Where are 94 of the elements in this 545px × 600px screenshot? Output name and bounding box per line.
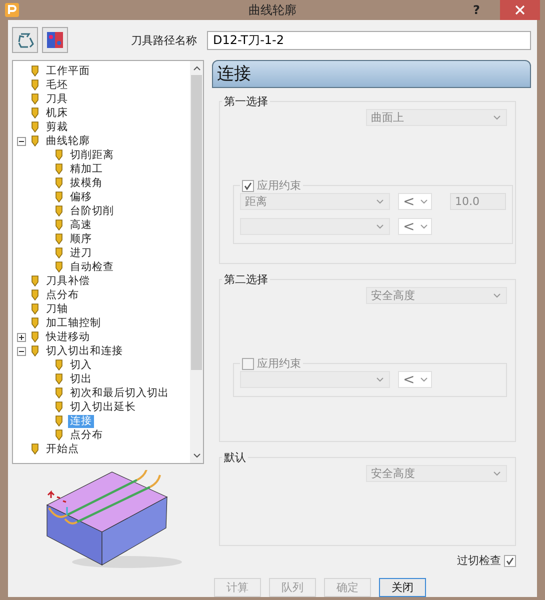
expander-icon[interactable]: [17, 346, 26, 356]
help-button[interactable]: ?: [469, 3, 484, 17]
checkbox[interactable]: [242, 358, 254, 370]
tool-icon: [29, 443, 41, 455]
window-title: 曲线轮廓: [248, 2, 298, 18]
tool-icon: [53, 373, 65, 385]
tree-item[interactable]: 拔模角: [68, 176, 105, 190]
tool-icon: [53, 415, 65, 427]
chevron-down-icon: [420, 377, 428, 382]
gouge-check-label: 过切检查: [457, 553, 501, 568]
checkbox-label: 应用约束: [257, 178, 301, 193]
tool-icon: [53, 163, 65, 175]
tool-icon: [29, 345, 41, 357]
tool-icon: [53, 205, 65, 217]
pattern-button[interactable]: [42, 27, 68, 53]
checkbox[interactable]: [242, 180, 254, 192]
dialog-button[interactable]: 关闭: [379, 578, 426, 597]
tool-icon: [29, 121, 41, 133]
app-logo-icon: [5, 3, 19, 17]
chevron-down-icon: [493, 115, 501, 120]
pattern-icon: [45, 30, 65, 50]
tool-icon: [53, 387, 65, 399]
tool-icon: [29, 289, 41, 301]
tool-icon: [53, 149, 65, 161]
toolpath-name-field[interactable]: D12-T刀-1-2: [207, 30, 531, 50]
operator-dropdown[interactable]: <: [398, 218, 432, 235]
tree-item[interactable]: 切出: [68, 372, 94, 386]
tree-item[interactable]: 点分布: [68, 428, 105, 442]
tree-item[interactable]: 点分布: [44, 288, 81, 302]
close-icon: [515, 5, 525, 15]
expander-icon[interactable]: [17, 332, 26, 342]
tree-item[interactable]: 加工轴控制: [44, 316, 103, 330]
group-title: 第一选择: [223, 94, 269, 109]
tool-icon: [29, 331, 41, 343]
tree-item[interactable]: 开始点: [44, 442, 81, 456]
tool-icon: [53, 429, 65, 441]
tool-icon: [53, 261, 65, 273]
tree-item[interactable]: 刀具: [44, 92, 70, 106]
tree-item[interactable]: 切削距离: [68, 148, 116, 162]
tool-icon: [53, 233, 65, 245]
tool-icon: [29, 303, 41, 315]
tree-item[interactable]: 刀具补偿: [44, 274, 92, 288]
tool-icon: [29, 275, 41, 287]
chevron-down-icon: [420, 224, 428, 229]
close-button[interactable]: [500, 0, 540, 20]
chevron-down-icon: [376, 224, 384, 229]
tree-item[interactable]: 进刀: [68, 246, 94, 260]
group-title: 第二选择: [223, 272, 269, 287]
checkbox[interactable]: [504, 554, 516, 566]
tree-item[interactable]: 刀轴: [44, 302, 70, 316]
tool-icon: [29, 317, 41, 329]
tool-icon: [29, 65, 41, 77]
tool-icon: [53, 401, 65, 413]
tool-icon: [29, 107, 41, 119]
chevron-down-icon: [420, 199, 428, 204]
tree-item[interactable]: 偏移: [68, 190, 94, 204]
tree-item[interactable]: 快进移动: [44, 330, 92, 344]
toolpath-name-label: 刀具路径名称: [131, 32, 197, 48]
chevron-down-icon: [493, 471, 501, 476]
scroll-down-icon[interactable]: [192, 453, 200, 459]
group-title: 默认: [223, 450, 247, 465]
tree-item[interactable]: 曲线轮廓: [44, 134, 92, 148]
operator-dropdown[interactable]: <: [398, 371, 432, 388]
tree-item[interactable]: 精加工: [68, 162, 105, 176]
scroll-up-icon[interactable]: [192, 65, 200, 71]
tool-icon: [29, 79, 41, 91]
tree-item[interactable]: 台阶切削: [68, 204, 116, 218]
scrollbar[interactable]: [190, 61, 203, 463]
tree-item[interactable]: 机床: [44, 106, 70, 120]
tree-item[interactable]: 切入: [68, 358, 94, 372]
tool-icon: [53, 177, 65, 189]
operator-dropdown[interactable]: <: [398, 193, 432, 210]
tree-item[interactable]: 毛坯: [44, 78, 70, 92]
reset-button[interactable]: [12, 27, 38, 53]
tool-icon: [53, 359, 65, 371]
tree-item[interactable]: 高速: [68, 218, 94, 232]
tree-item[interactable]: 初次和最后切入切出: [68, 386, 171, 400]
checkbox-label: 应用约束: [257, 356, 301, 371]
chevron-down-icon: [376, 199, 384, 204]
tree-item[interactable]: 切入切出和连接: [44, 344, 125, 358]
expander-icon[interactable]: [17, 136, 26, 146]
tool-icon: [53, 219, 65, 231]
tree-item[interactable]: 工作平面: [44, 64, 92, 78]
tool-icon: [29, 93, 41, 105]
tool-icon: [53, 191, 65, 203]
tree-item[interactable]: 剪裁: [44, 120, 70, 134]
section-header: 连接: [212, 60, 531, 88]
tree-item[interactable]: 自动检查: [68, 260, 116, 274]
tree-item[interactable]: 顺序: [68, 232, 94, 246]
tree-item[interactable]: 切入切出延长: [68, 400, 138, 414]
tool-icon: [29, 135, 41, 147]
tool-icon: [53, 247, 65, 259]
chevron-down-icon: [493, 293, 501, 298]
chevron-down-icon: [376, 377, 384, 382]
